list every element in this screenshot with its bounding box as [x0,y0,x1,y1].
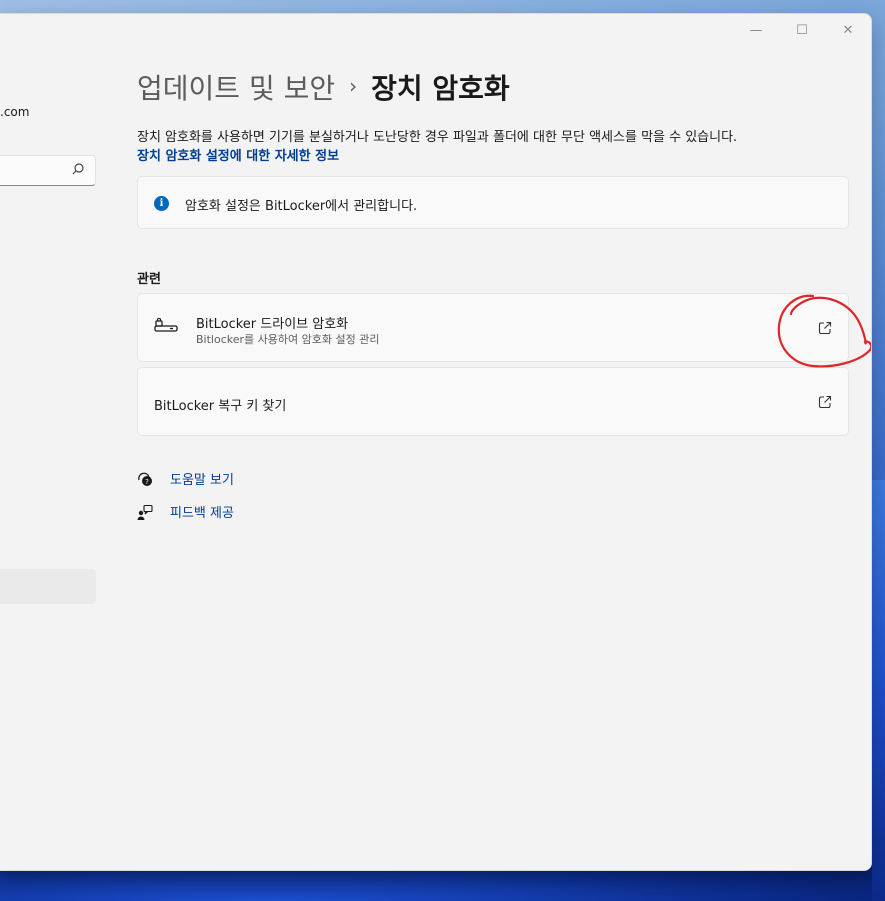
account-email: .com [0,105,30,119]
info-icon: i [154,196,169,211]
card-title: BitLocker 복구 키 찾기 [154,399,287,414]
give-feedback-label: 피드백 제공 [170,506,234,521]
desktop-wallpaper-edge [872,480,885,901]
feedback-icon [137,504,153,520]
maximize-button[interactable]: ☐ [779,14,825,46]
get-help-label: 도움말 보기 [170,473,234,488]
search-icon [72,163,84,175]
settings-window: — ☐ ✕ .com 업데이트 및 보안 › 장치 암호화 장치 암호화를 사용… [0,13,872,871]
drive-lock-icon [154,318,178,332]
info-message: 암호화 설정은 BitLocker에서 관리합니다. [185,199,418,214]
help-icon: ? [138,472,152,486]
learn-more-link[interactable]: 장치 암호화 설정에 대한 자세한 정보 [137,145,339,164]
breadcrumb-separator: › [349,74,358,98]
bitlocker-drive-encryption-card[interactable]: BitLocker 드라이브 암호화 Bitlocker를 사용하여 암호화 설… [137,293,849,362]
info-card: i 암호화 설정은 BitLocker에서 관리합니다. [137,176,849,229]
breadcrumb-parent[interactable]: 업데이트 및 보안 [137,67,335,107]
minimize-button[interactable]: — [733,14,779,46]
close-button[interactable]: ✕ [825,14,871,46]
sidebar: .com [0,14,112,870]
give-feedback-link[interactable]: 피드백 제공 [137,502,234,521]
card-subtitle: Bitlocker를 사용하여 암호화 설정 관리 [196,333,380,346]
get-help-link[interactable]: ? 도움말 보기 [137,469,234,488]
card-title: BitLocker 드라이브 암호화 [196,317,349,332]
page-description: 장치 암호화를 사용하면 기기를 분실하거나 도난당한 경우 파일과 폴더에 대… [137,130,738,145]
related-section-title: 관련 [137,272,161,287]
breadcrumb: 업데이트 및 보안 › 장치 암호화 [137,67,510,107]
open-external-icon [818,321,832,335]
sidebar-item-selected[interactable] [0,569,96,604]
svg-text:?: ? [145,478,149,486]
page-title: 장치 암호화 [371,72,510,105]
bitlocker-recovery-key-card[interactable]: BitLocker 복구 키 찾기 [137,367,849,436]
open-external-icon [818,395,832,409]
search-input[interactable] [0,155,96,186]
title-bar-controls: — ☐ ✕ [733,14,871,46]
